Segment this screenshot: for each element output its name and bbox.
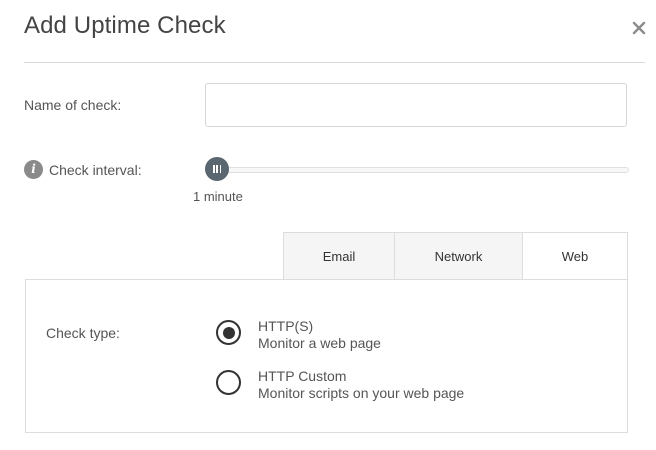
name-of-check-input[interactable]	[205, 83, 627, 127]
check-category-tabs: Email Network Web	[283, 232, 628, 280]
radio-https-title: HTTP(S)	[258, 318, 314, 334]
radio-selected-dot	[222, 326, 235, 339]
close-button[interactable]	[629, 18, 649, 38]
grip-line	[219, 165, 221, 173]
tab-network[interactable]: Network	[395, 232, 523, 280]
title-divider	[24, 62, 645, 63]
check-type-label: Check type:	[46, 325, 120, 341]
check-interval-slider-track[interactable]	[205, 167, 629, 173]
radio-https-description: Monitor a web page	[258, 335, 381, 351]
add-uptime-check-dialog: Add Uptime Check Name of check: i Check …	[0, 0, 656, 450]
tab-email[interactable]: Email	[283, 232, 395, 280]
radio-http-custom[interactable]	[216, 370, 241, 395]
check-interval-label: Check interval:	[49, 162, 142, 178]
radio-https[interactable]	[216, 320, 241, 345]
name-of-check-label: Name of check:	[24, 97, 122, 113]
grip-line	[216, 165, 218, 173]
check-interval-value: 1 minute	[193, 189, 243, 204]
web-tab-panel: Check type: HTTP(S) Monitor a web page H…	[25, 279, 628, 433]
check-interval-slider-handle[interactable]	[205, 157, 229, 181]
dialog-title: Add Uptime Check	[24, 12, 226, 39]
tab-web[interactable]: Web	[523, 232, 628, 280]
radio-http-custom-description: Monitor scripts on your web page	[258, 385, 465, 401]
close-icon	[632, 21, 646, 35]
radio-http-custom-title: HTTP Custom	[258, 368, 347, 384]
grip-line	[213, 165, 215, 173]
info-icon[interactable]: i	[24, 160, 43, 179]
